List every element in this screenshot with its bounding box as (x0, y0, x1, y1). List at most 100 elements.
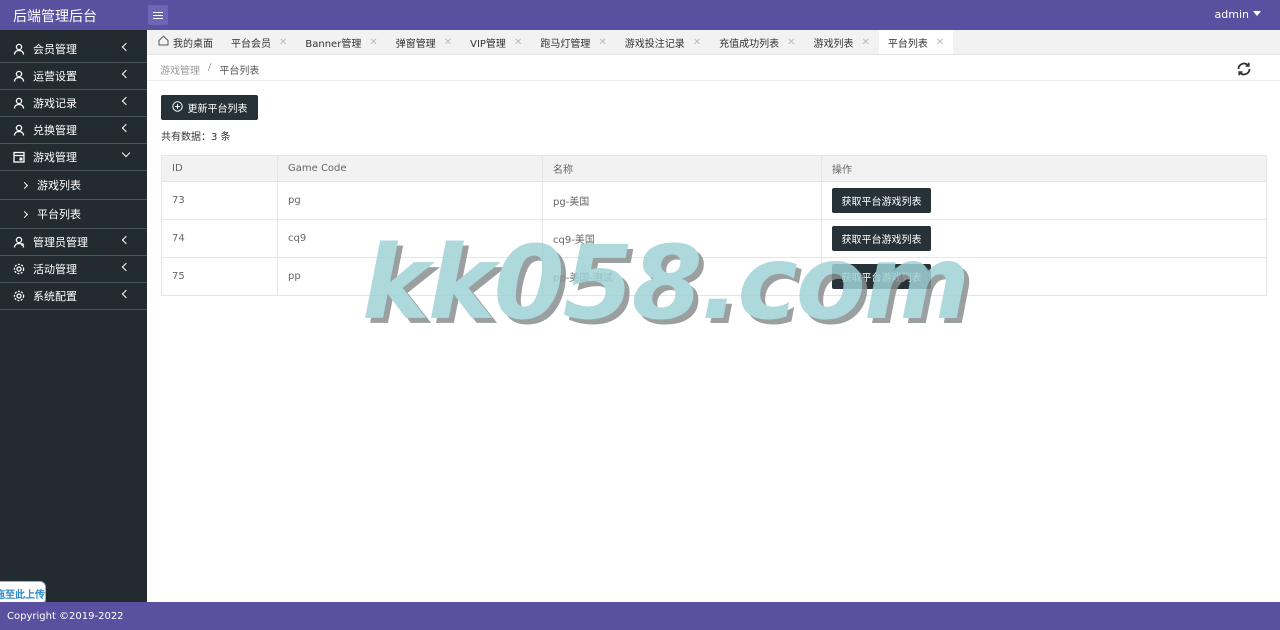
plus-circle-icon (171, 100, 183, 115)
close-icon[interactable]: ✕ (598, 37, 606, 48)
tab-label: 平台会员 (231, 38, 271, 50)
sidebar-item-game-management[interactable]: 游戏管理 (0, 144, 147, 171)
close-icon[interactable]: ✕ (693, 37, 701, 48)
sidebar-subitem-label: 平台列表 (37, 208, 81, 221)
sidebar-item-label: 兑换管理 (33, 124, 77, 137)
sidebar: 会员管理 运营设置 游戏记录 兑换管理 游戏管理 游戏列表 平台列表 管理员管理… (0, 30, 147, 605)
refresh-icon[interactable] (1236, 61, 1252, 77)
breadcrumb-parent[interactable]: 游戏管理 (160, 62, 200, 77)
breadcrumb-current: 平台列表 (219, 66, 260, 77)
chevron-left-icon (121, 262, 131, 272)
sidebar-item-exchange[interactable]: 兑换管理 (0, 117, 147, 144)
fetch-games-button[interactable]: 获取平台游戏列表 (832, 188, 931, 213)
chevron-left-icon (121, 42, 131, 52)
cell-id: 75 (161, 257, 278, 296)
sidebar-item-label: 活动管理 (33, 263, 77, 276)
tab-marquee[interactable]: 跑马灯管理 ✕ (531, 30, 615, 54)
chevron-left-icon (121, 123, 131, 133)
sidebar-item-members[interactable]: 会员管理 (0, 36, 147, 63)
close-icon[interactable]: ✕ (862, 37, 870, 48)
tab-label: 我的桌面 (173, 38, 213, 50)
tab-label: 充值成功列表 (719, 38, 780, 50)
admin-icon (13, 236, 25, 248)
sidebar-item-label: 游戏管理 (33, 151, 77, 164)
divider (147, 80, 1280, 81)
tab-bar: 我的桌面 平台会员 ✕ Banner管理 ✕ 弹窗管理 ✕ VIP管理 ✕ 跑马灯管理 ✕… (147, 30, 1280, 55)
close-icon[interactable]: ✕ (444, 37, 452, 48)
sidebar-item-label: 会员管理 (33, 43, 77, 56)
chevron-down-icon (121, 148, 131, 158)
sidebar-item-system-config[interactable]: 系统配置 (0, 283, 147, 310)
column-header-name: 名称 (542, 155, 822, 182)
gear-icon (13, 263, 25, 275)
chevron-left-icon (121, 289, 131, 299)
menu-toggle-button[interactable] (148, 5, 168, 25)
tab-popup[interactable]: 弹窗管理 ✕ (387, 30, 461, 54)
sidebar-item-label: 运营设置 (33, 70, 77, 83)
sidebar-item-label: 管理员管理 (33, 236, 88, 249)
calendar-icon (13, 151, 25, 163)
close-icon[interactable]: ✕ (369, 37, 377, 48)
user-icon (13, 97, 25, 109)
breadcrumb-separator: / (208, 62, 212, 73)
sidebar-item-game-records[interactable]: 游戏记录 (0, 90, 147, 117)
chevron-left-icon (121, 96, 131, 106)
sidebar-item-label: 游戏记录 (33, 97, 77, 110)
close-icon[interactable]: ✕ (279, 37, 287, 48)
top-header: 后端管理后台 admin (0, 0, 1280, 30)
sidebar-item-label: 系统配置 (33, 290, 77, 303)
chevron-right-icon (20, 210, 29, 218)
breadcrumb: 游戏管理 / 平台列表 (160, 62, 259, 77)
username[interactable]: admin (1215, 8, 1249, 21)
app-title: 后端管理后台 (13, 9, 97, 25)
column-header-action: 操作 (821, 155, 1267, 182)
chevron-right-icon (20, 181, 29, 189)
record-count: 共有数据：3 条 (161, 132, 231, 143)
sidebar-subitem-platform-list[interactable]: 平台列表 (0, 200, 147, 229)
tab-label: VIP管理 (470, 38, 506, 50)
sidebar-subitem-label: 游戏列表 (37, 179, 81, 192)
column-header-game-code: Game Code (277, 155, 543, 182)
tab-label: 弹窗管理 (395, 38, 436, 50)
update-platform-list-button[interactable]: 更新平台列表 (161, 95, 258, 120)
user-icon (13, 70, 25, 82)
chevron-left-icon (121, 69, 131, 79)
tab-platform-members[interactable]: 平台会员 ✕ (222, 30, 296, 54)
gear-icon (13, 290, 25, 302)
cell-id: 73 (161, 181, 278, 220)
sidebar-item-admin-management[interactable]: 管理员管理 (0, 229, 147, 256)
sidebar-item-activities[interactable]: 活动管理 (0, 256, 147, 283)
tab-label: 游戏列表 (813, 38, 854, 50)
tab-vip[interactable]: VIP管理 ✕ (461, 30, 531, 54)
button-label: 更新平台列表 (187, 104, 248, 115)
caret-down-icon (1253, 11, 1261, 16)
sidebar-subitem-game-list[interactable]: 游戏列表 (0, 171, 147, 200)
column-header-id: ID (161, 155, 278, 182)
tab-game-list[interactable]: 游戏列表 ✕ (805, 30, 879, 54)
tab-platform-list[interactable]: 平台列表 ✕ (878, 30, 954, 54)
close-icon[interactable]: ✕ (787, 37, 795, 48)
chevron-left-icon (121, 235, 131, 245)
cell-game-code: pg (277, 181, 543, 220)
cell-id: 74 (161, 219, 278, 258)
user-icon (13, 124, 25, 136)
sidebar-item-operations[interactable]: 运营设置 (0, 63, 147, 90)
tab-label: 平台列表 (887, 38, 928, 50)
tab-banner[interactable]: Banner管理 ✕ (296, 30, 386, 54)
user-icon (13, 43, 25, 55)
tab-recharge-success[interactable]: 充值成功列表 ✕ (710, 30, 804, 54)
copyright-text: Copyright ©2019-2022 (7, 610, 124, 622)
cell-action: 获取平台游戏列表 (821, 181, 1267, 220)
close-icon[interactable]: ✕ (936, 37, 944, 48)
home-icon (158, 35, 169, 49)
tab-label: 游戏投注记录 (624, 38, 685, 50)
table-row: 73 pg pg-美国 获取平台游戏列表 (161, 181, 1267, 220)
user-menu[interactable]: admin (1215, 8, 1261, 21)
table-header-row: ID Game Code 名称 操作 (161, 155, 1267, 182)
watermark: kk058.com (362, 224, 970, 343)
cell-name: pg-美国 (542, 181, 822, 220)
tab-desktop[interactable]: 我的桌面 (149, 30, 222, 54)
tab-bet-records[interactable]: 游戏投注记录 ✕ (616, 30, 710, 54)
close-icon[interactable]: ✕ (514, 37, 522, 48)
tab-label: 跑马灯管理 (540, 38, 591, 50)
